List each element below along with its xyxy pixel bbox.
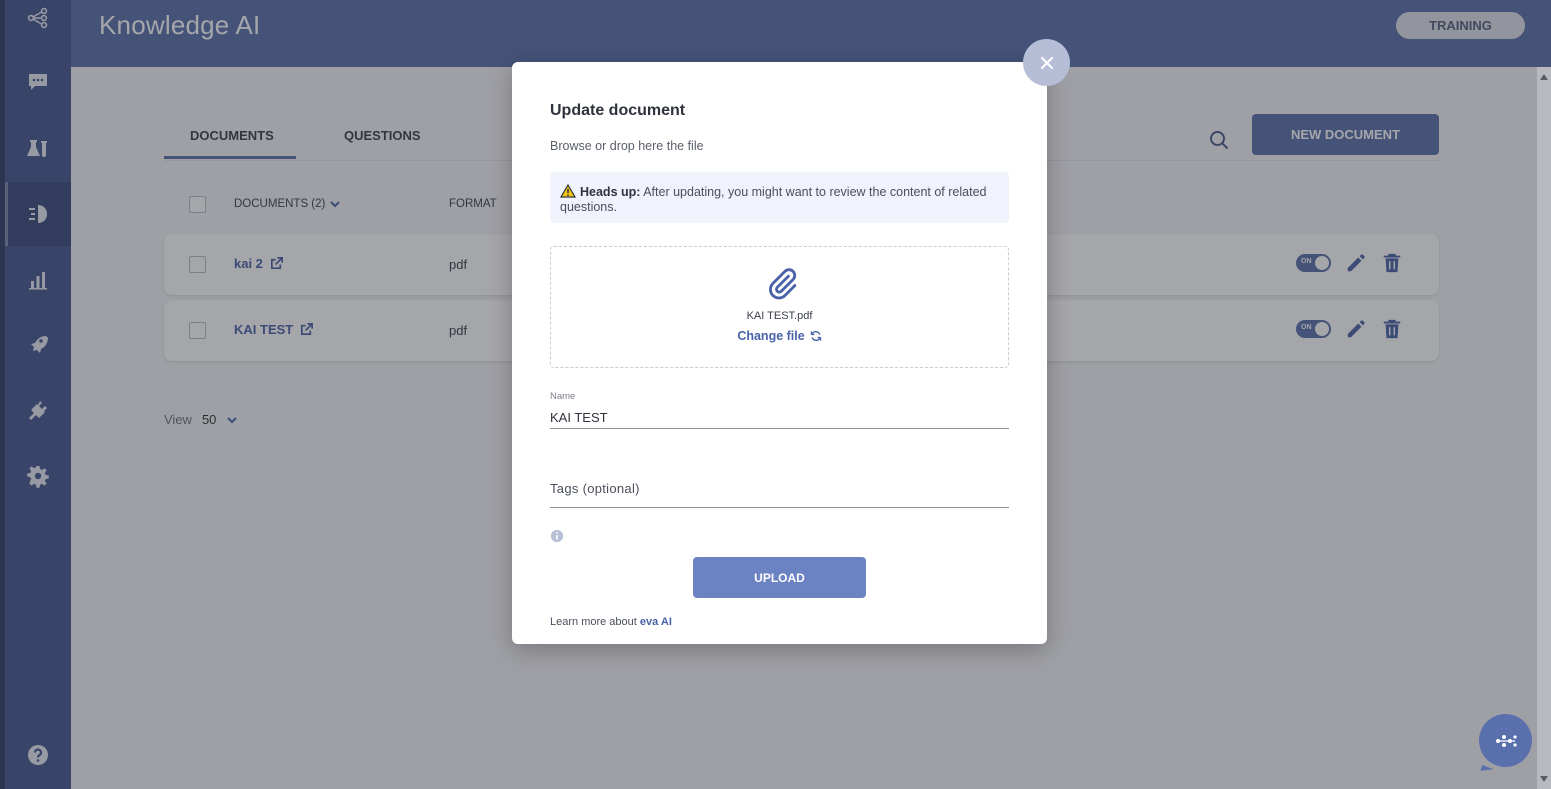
update-document-modal: Update document Browse or drop here the … bbox=[512, 62, 1047, 644]
info-icon[interactable] bbox=[550, 529, 564, 543]
alert-strong: Heads up: bbox=[580, 185, 641, 199]
learn-more-text: Learn more about eva AI bbox=[550, 616, 672, 628]
warning-icon bbox=[560, 184, 576, 198]
selected-file-name: KAI TEST.pdf bbox=[746, 310, 813, 322]
name-input[interactable] bbox=[550, 406, 1009, 429]
refresh-icon bbox=[810, 331, 821, 341]
page-scrollbar[interactable] bbox=[1537, 67, 1551, 789]
assistant-icon bbox=[1495, 734, 1517, 747]
scroll-down-arrow[interactable] bbox=[1540, 776, 1548, 782]
heads-up-alert: Heads up: After updating, you might want… bbox=[550, 172, 1009, 223]
eva-ai-link[interactable]: eva AI bbox=[640, 616, 672, 628]
file-dropzone[interactable]: KAI TEST.pdf Change file bbox=[550, 246, 1009, 368]
upload-button[interactable]: UPLOAD bbox=[693, 557, 866, 598]
learn-more-prefix: Learn more about bbox=[550, 616, 640, 628]
change-file-link[interactable]: Change file bbox=[551, 329, 1008, 343]
scroll-up-arrow[interactable] bbox=[1540, 74, 1548, 80]
chat-widget-button[interactable] bbox=[1479, 714, 1532, 767]
close-modal-button[interactable] bbox=[1023, 39, 1070, 86]
close-icon bbox=[1040, 56, 1053, 69]
modal-subtitle: Browse or drop here the file bbox=[550, 139, 704, 153]
change-file-label: Change file bbox=[737, 329, 805, 343]
tags-input[interactable] bbox=[550, 470, 1009, 508]
modal-title: Update document bbox=[550, 102, 686, 119]
paperclip-icon bbox=[769, 268, 797, 300]
name-field-label: Name bbox=[550, 391, 576, 402]
